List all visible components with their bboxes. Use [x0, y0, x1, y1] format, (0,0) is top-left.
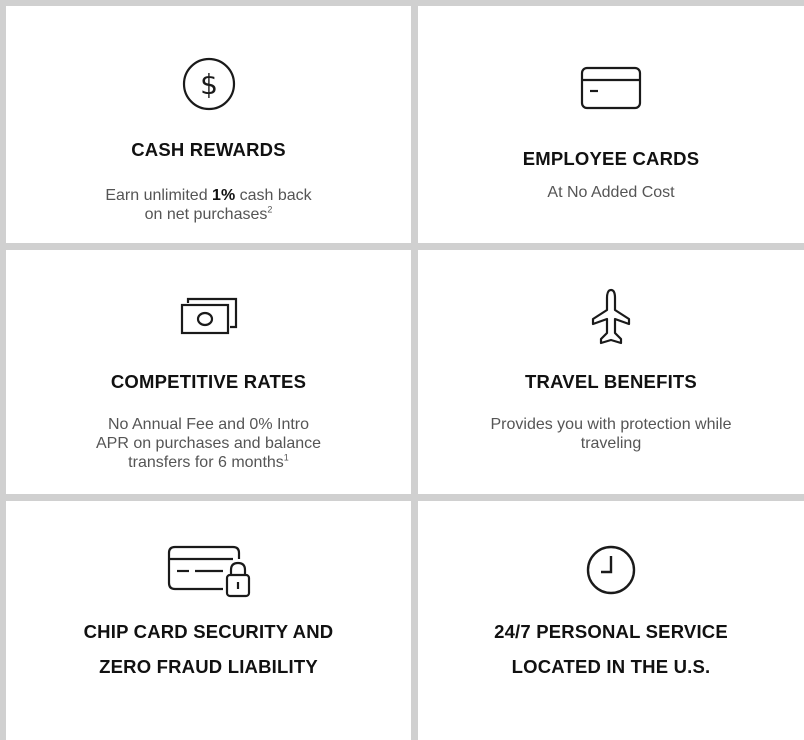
benefit-card-competitive-rates: COMPETITIVE RATES No Annual Fee and 0% I… — [6, 250, 411, 494]
card-title: 24/7 PERSONAL SERVICE LOCATED IN THE U.S… — [494, 621, 728, 677]
card-description: At No Added Cost — [547, 184, 675, 201]
benefits-grid: $ CASH REWARDS Earn unlimited 1% cash ba… — [0, 0, 804, 740]
card-title: TRAVEL BENEFITS — [525, 371, 697, 392]
card-description: Provides you with protection while trave… — [490, 416, 732, 452]
svg-text:$: $ — [200, 68, 218, 101]
card-title: CHIP CARD SECURITY AND ZERO FRAUD LIABIL… — [83, 621, 334, 677]
clock-icon — [585, 544, 637, 596]
benefit-card-cash-rewards: $ CASH REWARDS Earn unlimited 1% cash ba… — [6, 6, 411, 243]
card-lock-icon — [167, 545, 251, 599]
card-description: Earn unlimited 1% cash back on net purch… — [105, 187, 312, 223]
benefit-card-travel-benefits: TRAVEL BENEFITS Provides you with protec… — [418, 250, 804, 494]
dollar-circle-icon: $ — [181, 56, 237, 112]
card-description: No Annual Fee and 0% Intro APR on purcha… — [95, 416, 322, 471]
benefit-card-chip-security: CHIP CARD SECURITY AND ZERO FRAUD LIABIL… — [6, 501, 411, 740]
benefit-card-employee-cards: EMPLOYEE CARDS At No Added Cost — [418, 6, 804, 243]
airplane-icon — [591, 288, 631, 348]
credit-card-icon — [580, 66, 642, 110]
benefit-card-personal-service: 24/7 PERSONAL SERVICE LOCATED IN THE U.S… — [418, 501, 804, 740]
card-title: CASH REWARDS — [131, 139, 286, 160]
card-title: EMPLOYEE CARDS — [522, 148, 700, 169]
cash-bill-icon — [180, 297, 238, 335]
card-title: COMPETITIVE RATES — [110, 371, 307, 392]
